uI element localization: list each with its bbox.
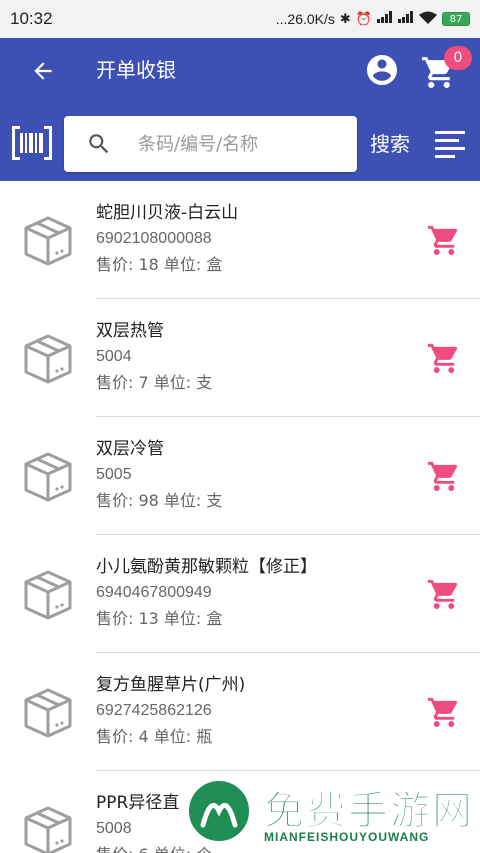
item-code: 6927425862126 <box>96 702 212 719</box>
search-icon <box>89 134 109 154</box>
package-box-icon <box>24 688 72 738</box>
back-button[interactable] <box>28 56 58 86</box>
add-to-cart-icon[interactable] <box>426 223 462 255</box>
item-name: 小儿氨酚黄那敏颗粒【修正】 <box>96 557 317 577</box>
package-box-icon <box>24 806 72 853</box>
item-price-unit: 售价: 7 单位: 支 <box>96 373 213 392</box>
arrow-left-icon <box>34 62 52 80</box>
package-box-icon <box>24 334 72 384</box>
item-name: 蛇胆川贝液-白云山 <box>96 203 239 223</box>
item-price-unit: 售价: 13 单位: 盒 <box>96 609 223 628</box>
item-code: 5004 <box>96 348 132 365</box>
barcode-icon <box>12 126 52 160</box>
product-list: 蛇胆川贝液-白云山 6902108000088 售价: 18 单位: 盒 双层热… <box>0 181 480 853</box>
add-to-cart-icon[interactable] <box>426 341 462 373</box>
package-box-icon <box>24 216 72 266</box>
item-code: 5005 <box>96 466 132 483</box>
search-button[interactable]: 搜索 <box>370 128 410 157</box>
item-name: PPR异径直 <box>96 793 180 813</box>
add-to-cart-icon[interactable] <box>426 695 462 727</box>
item-price-unit: 售价: 18 单位: 盒 <box>96 255 223 274</box>
page-title: 开单收银 <box>96 58 176 82</box>
cart-count-badge: 0 <box>444 46 472 70</box>
battery-icon: 87 <box>442 12 470 26</box>
item-price-unit: 售价: 98 单位: 支 <box>96 491 223 510</box>
add-to-cart-icon[interactable] <box>426 577 462 609</box>
package-box-icon <box>24 570 72 620</box>
list-item[interactable]: 双层冷管 5005 售价: 98 单位: 支 <box>0 417 480 535</box>
account-circle-icon <box>367 55 397 85</box>
list-item[interactable]: 小儿氨酚黄那敏颗粒【修正】 6940467800949 售价: 13 单位: 盒 <box>0 535 480 653</box>
list-item[interactable]: 蛇胆川贝液-白云山 6902108000088 售价: 18 单位: 盒 <box>0 181 480 299</box>
search-input[interactable] <box>138 133 338 155</box>
item-code: 5008 <box>96 820 132 837</box>
watermark-subtitle: MIANFEISHOUYOUWANG <box>264 830 430 844</box>
bluetooth-icon: ✱ <box>339 11 351 27</box>
item-code: 6940467800949 <box>96 584 212 601</box>
status-bar: 10:32 ...26.0K/s ✱ ⏰ 87 <box>0 0 480 38</box>
signal-hd-icon <box>377 11 393 27</box>
menu-button[interactable] <box>435 128 465 158</box>
watermark-logo-icon <box>186 778 252 844</box>
alarm-icon: ⏰ <box>355 11 372 27</box>
package-box-icon <box>24 452 72 502</box>
add-to-cart-icon[interactable] <box>426 459 462 491</box>
status-time: 10:32 <box>10 9 53 28</box>
watermark-title: 免费手游网 <box>264 788 474 835</box>
item-name: 双层冷管 <box>96 439 164 459</box>
watermark: 免费手游网 MIANFEISHOUYOUWANG <box>178 770 478 853</box>
network-speed: ...26.0K/s <box>275 11 335 27</box>
signal-icon <box>398 11 414 27</box>
item-name: 复方鱼腥草片(广州) <box>96 675 246 695</box>
item-price-unit: 售价: 4 单位: 瓶 <box>96 727 213 746</box>
item-code: 6902108000088 <box>96 230 212 247</box>
item-name: 双层热管 <box>96 321 164 341</box>
account-button[interactable] <box>364 52 400 88</box>
list-item[interactable]: 复方鱼腥草片(广州) 6927425862126 售价: 4 单位: 瓶 <box>0 653 480 771</box>
barcode-scan-button[interactable] <box>12 126 52 160</box>
list-item[interactable]: 双层热管 5004 售价: 7 单位: 支 <box>0 299 480 417</box>
sort-list-icon <box>435 131 465 158</box>
status-indicators: ...26.0K/s ✱ ⏰ 87 <box>276 11 470 28</box>
search-box <box>64 116 357 172</box>
wifi-icon <box>419 11 437 28</box>
